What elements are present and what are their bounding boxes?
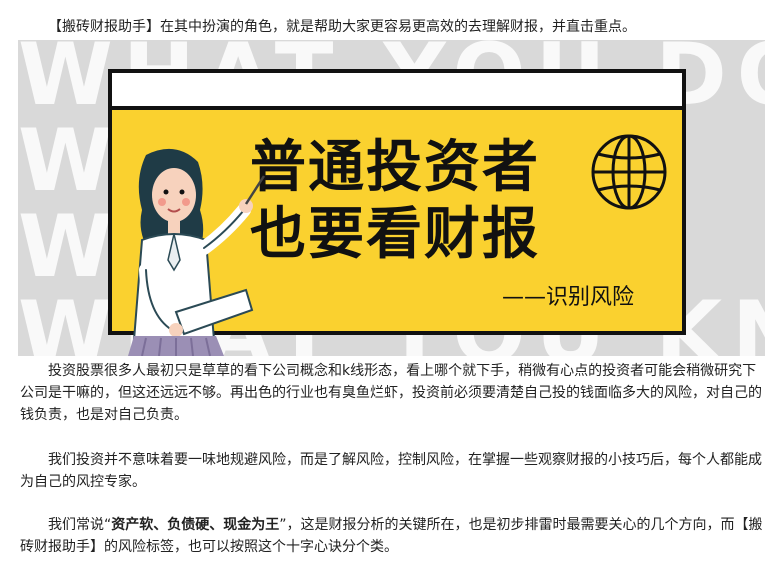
- presenter-illustration: [128, 148, 266, 356]
- globe-icon: [591, 134, 667, 210]
- banner-image: WHAT YOU DON'T W W W T WHAT YOU KNOW 普通投…: [18, 40, 765, 356]
- card-title-bar: [112, 73, 682, 110]
- key-principle-text: 资产软、负债硬、现金为王: [111, 517, 280, 533]
- paragraph-risk-control: 我们投资并不意味着要一味地规避风险，而是了解风险，控制风险，在掌握一些观察财报的…: [20, 452, 762, 490]
- paragraph-risk-awareness: 投资股票很多人最初只是草草的看下公司概念和k线形态，看上哪个就下手，稍微有心点的…: [20, 363, 762, 423]
- headline-line-2: 也要看财报: [250, 202, 540, 267]
- tagline: ——识别风险: [502, 285, 635, 310]
- paragraph-key-principles: 我们常说“资产软、负债硬、现金为王”，这是财报分析的关键所在，也是初步排雷时最需…: [20, 514, 765, 558]
- intro-paragraph: 【搬砖财报助手】在其中扮演的角色，就是帮助大家更容易更高效的去理解财报，并直击重…: [48, 19, 636, 35]
- quote-open-text: 我们常说“: [48, 517, 112, 533]
- headline-line-1: 普通投资者: [250, 135, 540, 200]
